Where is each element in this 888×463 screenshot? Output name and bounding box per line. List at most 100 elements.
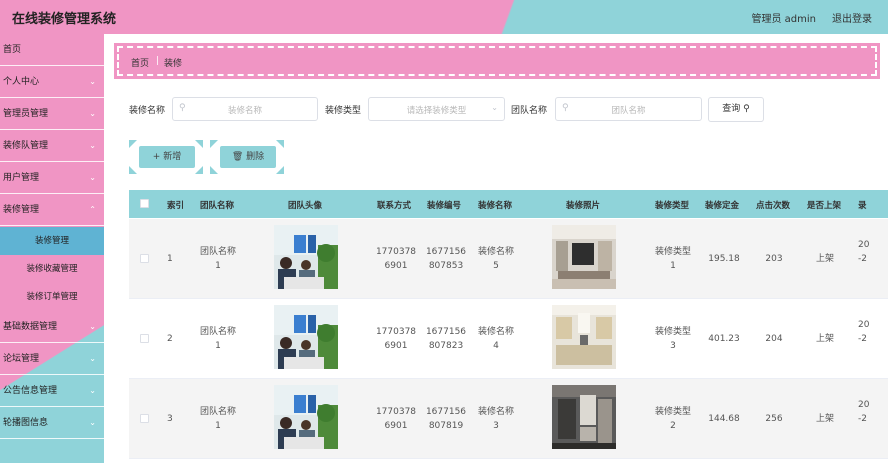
add-button[interactable]: + 新增 <box>139 146 195 168</box>
cell-shelf: 上架 <box>815 254 834 264</box>
team-avatar-image <box>274 305 338 369</box>
header-photo: 装修照片 <box>566 201 601 211</box>
cell-name: 装修名称 3 <box>473 405 519 433</box>
sidebar-item-label: 轮播图信息 <box>3 418 49 428</box>
cell-line: 1770378 <box>375 327 417 337</box>
select-all-checkbox[interactable] <box>140 199 149 208</box>
decor-corner <box>129 140 137 148</box>
chevron-down-icon: ⌄ <box>89 77 96 86</box>
header-team-name: 团队名称 <box>200 201 235 211</box>
delete-button[interactable]: 🗑 删除 <box>220 146 276 168</box>
header-clicks: 点击次数 <box>756 201 791 211</box>
top-bar: 在线装修管理系统 管理员 admin 退出登录 <box>0 0 888 34</box>
type-select[interactable]: 请选择装修类型 ⌄ <box>368 97 505 121</box>
sidebar-item-home[interactable]: 首页 <box>0 34 104 66</box>
sidebar-item-notices[interactable]: 公告信息管理 ⌄ <box>0 375 104 407</box>
cell-line: 装修类型 <box>654 407 691 417</box>
sidebar-item-label: 用户管理 <box>3 173 40 183</box>
name-placeholder: 装修名称 <box>227 106 262 116</box>
cell-line: 1770378 <box>375 247 417 257</box>
chevron-down-icon: ⌄ <box>491 103 498 112</box>
decoration-photo-image <box>552 305 616 369</box>
cell-line: 1 <box>215 421 221 431</box>
sidebar-item-users[interactable]: 用户管理 ⌄ <box>0 162 104 194</box>
cell-line: 装修类型 <box>654 247 691 257</box>
breadcrumb-home[interactable]: 首页 <box>131 56 149 69</box>
header-deposit: 装修定金 <box>705 201 740 211</box>
header-index: 索引 <box>167 201 185 211</box>
cell-line: 20 <box>858 400 870 410</box>
cell-shelf: 上架 <box>815 414 834 424</box>
cell-type: 装修类型 1 <box>650 245 696 273</box>
sidebar-item-decoration[interactable]: 装修管理 ⌃ <box>0 194 104 226</box>
cell-contact: 1770378 6901 <box>373 245 419 273</box>
cell-deposit: 195.18 <box>708 254 740 264</box>
team-avatar-image <box>274 225 338 289</box>
cell-line: 3 <box>493 421 499 431</box>
chevron-down-icon: ⌄ <box>89 173 96 182</box>
cell-line: -2 <box>858 334 867 344</box>
sidebar-subitem-favorites[interactable]: 装修收藏管理 <box>0 255 104 283</box>
cell-line: 1770378 <box>375 407 417 417</box>
sidebar-item-label: 个人中心 <box>3 77 40 87</box>
sidebar-item-profile[interactable]: 个人中心 ⌄ <box>0 66 104 98</box>
sidebar-item-forum[interactable]: 论坛管理 ⌄ <box>0 343 104 375</box>
header-team-avatar: 团队头像 <box>288 201 323 211</box>
decor-corner <box>210 166 218 174</box>
chevron-down-icon: ⌄ <box>89 354 96 363</box>
logout-link[interactable]: 退出登录 <box>832 10 872 25</box>
row-checkbox[interactable] <box>140 414 149 423</box>
chevron-down-icon: ⌄ <box>89 141 96 150</box>
cell-contact: 1770378 6901 <box>373 405 419 433</box>
cell-line: 807823 <box>428 341 464 351</box>
name-label: 装修名称 <box>129 106 166 116</box>
plus-icon: + <box>152 152 161 162</box>
sidebar-subitem-orders[interactable]: 装修订单管理 <box>0 283 104 311</box>
trash-icon: 🗑 <box>231 152 244 162</box>
query-button[interactable]: 查询 ⚲ <box>708 97 764 122</box>
sidebar-item-basedata[interactable]: 基础数据管理 ⌄ <box>0 311 104 343</box>
row-checkbox[interactable] <box>140 334 149 343</box>
cell-line: 装修名称 <box>477 407 514 417</box>
sidebar-item-carousel[interactable]: 轮播图信息 ⌄ <box>0 407 104 439</box>
name-input[interactable]: ⚲ 装修名称 <box>172 97 318 121</box>
cell-line: 2 <box>670 421 676 431</box>
cell-name: 装修名称 5 <box>473 245 519 273</box>
cell-line: 1 <box>215 261 221 271</box>
decor-corner <box>195 166 203 174</box>
cell-team-name: 团队名称 1 <box>195 245 241 273</box>
team-placeholder: 团队名称 <box>611 106 646 116</box>
sidebar-item-label: 首页 <box>3 45 22 55</box>
table-header: 索引 团队名称 团队头像 联系方式 装修编号 装修名称 装修照片 装修类型 装修… <box>129 190 888 218</box>
table-row: 2 团队名称 1 1770378 6901 1677156 807823 装修名称 4 装修类型 3… <box>129 299 888 379</box>
sidebar-item-teams[interactable]: 装修队管理 ⌄ <box>0 130 104 162</box>
sidebar-item-label: 公告信息管理 <box>3 386 58 396</box>
chevron-up-icon: ⌃ <box>89 205 96 214</box>
cell-clicks: 256 <box>765 414 783 424</box>
cell-line: 5 <box>493 261 499 271</box>
cell-record: 20 -2 <box>858 318 869 346</box>
decor-corner <box>276 166 284 174</box>
sidebar-item-label: 论坛管理 <box>3 354 40 364</box>
sidebar-item-admins[interactable]: 管理员管理 ⌄ <box>0 98 104 130</box>
current-user: 管理员 admin <box>751 14 816 25</box>
cell-type: 装修类型 3 <box>650 325 696 353</box>
cell-deposit: 144.68 <box>708 414 740 424</box>
decoration-photo-image <box>552 225 616 289</box>
sidebar-item-label: 装修管理 <box>3 205 40 215</box>
row-checkbox[interactable] <box>140 254 149 263</box>
decoration-photo-image <box>552 385 616 449</box>
breadcrumb-separator: | <box>156 56 160 66</box>
cell-line: 3 <box>670 341 676 351</box>
cell-line: 807819 <box>428 421 464 431</box>
header-code: 装修编号 <box>427 201 462 211</box>
team-input[interactable]: ⚲ 团队名称 <box>555 97 702 121</box>
cell-line: 20 <box>858 320 870 330</box>
sidebar-item-label: 装修队管理 <box>3 141 49 151</box>
sidebar-subitem-decoration[interactable]: 装修管理 <box>0 227 104 255</box>
cell-line: -2 <box>858 254 867 264</box>
search-icon: ⚲ <box>743 104 750 114</box>
cell-contact: 1770378 6901 <box>373 325 419 353</box>
cell-line: 6901 <box>384 341 408 351</box>
cell-line: 1677156 <box>425 247 467 257</box>
